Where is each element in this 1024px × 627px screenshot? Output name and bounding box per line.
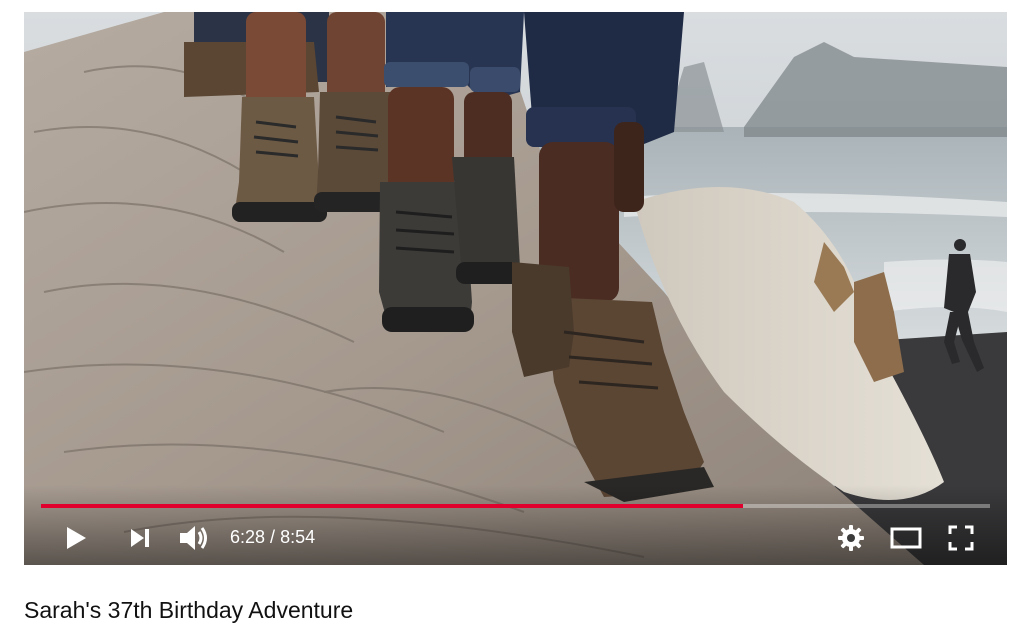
volume-icon: [178, 524, 210, 552]
fullscreen-icon: [948, 525, 974, 551]
settings-button[interactable]: [834, 522, 868, 554]
time-separator: /: [265, 527, 281, 547]
progress-played: [41, 504, 744, 508]
skip-next-icon: [129, 528, 151, 548]
video-frame[interactable]: [24, 12, 1007, 565]
play-icon: [65, 526, 87, 550]
play-button[interactable]: [60, 524, 92, 552]
duration: 8:54: [280, 527, 316, 547]
theater-mode-icon: [890, 527, 922, 549]
next-button[interactable]: [124, 524, 156, 552]
time-display: 6:28 / 8:54: [230, 526, 315, 548]
current-time: 6:28: [230, 527, 266, 547]
video-player[interactable]: 6:28 / 8:54: [24, 12, 1007, 565]
video-title: Sarah's 37th Birthday Adventure: [24, 597, 354, 623]
gear-icon: [838, 525, 864, 551]
volume-button[interactable]: [174, 522, 214, 554]
progress-bar[interactable]: [41, 504, 990, 508]
fullscreen-button[interactable]: [944, 522, 978, 554]
video-still-image: [24, 12, 1007, 565]
theater-mode-button[interactable]: [886, 522, 926, 554]
